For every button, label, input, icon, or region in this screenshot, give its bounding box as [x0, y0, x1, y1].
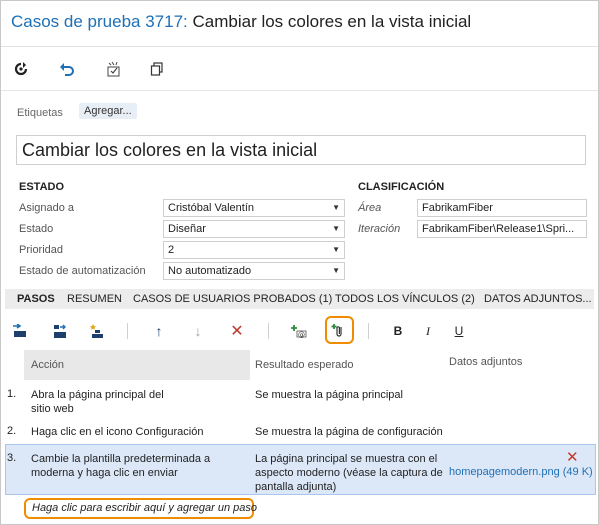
row-number: 2.: [7, 425, 17, 437]
italic-button[interactable]: I: [419, 322, 437, 340]
action-line: moderna y haga clic en enviar: [31, 467, 178, 479]
toolbar-separator: [268, 323, 269, 339]
chevron-down-icon: ▼: [332, 245, 340, 254]
state-value: Diseñar: [168, 223, 206, 235]
title-prefix: Casos de prueba 3717:: [11, 12, 188, 31]
action-line: Cambie la plantilla predeterminada a: [31, 453, 211, 465]
automation-value: No automatizado: [168, 265, 252, 277]
attachment-highlight: [325, 316, 354, 344]
insert-shared-steps-icon[interactable]: [51, 322, 69, 340]
action-line: Abra la página principal del: [31, 389, 164, 401]
copy-icon[interactable]: [148, 60, 166, 78]
expected-column-header[interactable]: Resultado esperado: [255, 350, 353, 380]
row-number: 3.: [7, 452, 17, 464]
move-down-icon[interactable]: ↓: [189, 322, 207, 340]
expected-result[interactable]: Se muestra la página principal: [255, 388, 403, 402]
expected-line: pantalla adjunta): [255, 481, 337, 493]
tags-label: Etiquetas: [17, 107, 63, 119]
priority-select[interactable]: 2 ▼: [163, 241, 345, 259]
assigned-label: Asignado a: [19, 202, 75, 214]
insert-step-icon[interactable]: [11, 322, 29, 340]
automation-label: Estado de automatización: [19, 265, 146, 277]
bold-button[interactable]: B: [389, 322, 407, 340]
insert-parameter-icon[interactable]: @: [290, 322, 308, 340]
tab-casos-usuarios[interactable]: CASOS DE USUARIOS PROBADOS (1): [133, 293, 332, 305]
toolbar-separator: [368, 323, 369, 339]
iteration-label: Iteración: [358, 223, 401, 235]
priority-label: Prioridad: [19, 244, 64, 256]
expected-line: aspecto moderno (véase la captura de: [255, 467, 443, 479]
priority-value: 2: [168, 244, 175, 256]
clasificacion-heading: CLASIFICACIÓN: [358, 181, 445, 193]
chevron-down-icon: ▼: [332, 224, 340, 233]
remove-attachment-icon[interactable]: ✕: [566, 448, 579, 466]
underline-button[interactable]: U: [450, 322, 468, 340]
row-number: 1.: [7, 388, 17, 400]
delete-step-icon[interactable]: ✕: [228, 322, 246, 340]
automation-select[interactable]: No automatizado ▼: [163, 262, 345, 280]
case-title-input[interactable]: Cambiar los colores en la vista inicial: [16, 135, 586, 165]
action-text[interactable]: Haga clic en el icono Configuración: [31, 425, 203, 439]
chevron-down-icon: ▼: [332, 266, 340, 275]
table-row[interactable]: Abra la página principal del sitio web: [31, 388, 164, 416]
tab-datos-adjuntos[interactable]: DATOS ADJUNTOS...: [484, 293, 592, 305]
estado-heading: ESTADO: [19, 181, 65, 193]
assigned-select[interactable]: Cristóbal Valentín ▼: [163, 199, 345, 217]
toolbar-separator: [127, 323, 128, 339]
attachment-link[interactable]: homepagemodern.png (49 K): [449, 466, 593, 478]
action-text[interactable]: Cambie la plantilla predeterminada a mod…: [31, 452, 210, 480]
create-shared-steps-icon[interactable]: [88, 322, 106, 340]
add-tag-button[interactable]: Agregar...: [79, 103, 137, 119]
title-text: Cambiar los colores en la vista inicial: [192, 12, 472, 31]
action-line: sitio web: [31, 403, 74, 415]
chevron-down-icon: ▼: [332, 203, 340, 212]
page-title: Casos de prueba 3717: Cambiar los colore…: [11, 12, 471, 32]
expected-result[interactable]: Se muestra la página de configuración: [255, 425, 443, 439]
tab-vinculos[interactable]: TODOS LOS VÍNCULOS (2): [335, 293, 475, 305]
add-step-input[interactable]: Haga clic para escribir aquí y agregar u…: [24, 498, 257, 519]
undo-icon[interactable]: [58, 60, 76, 78]
iteration-field[interactable]: FabrikamFiber\Release1\Spri...: [417, 220, 587, 238]
area-field[interactable]: FabrikamFiber: [417, 199, 587, 217]
tab-bar: PASOS RESUMEN CASOS DE USUARIOS PROBADOS…: [5, 289, 594, 309]
attachments-column-header[interactable]: Datos adjuntos: [449, 349, 522, 375]
state-select[interactable]: Diseñar ▼: [163, 220, 345, 238]
area-label: Área: [358, 202, 382, 214]
assigned-value: Cristóbal Valentín: [168, 202, 255, 214]
edit-query-icon[interactable]: [105, 60, 123, 78]
expected-line: La página principal se muestra con el: [255, 453, 438, 465]
tab-pasos[interactable]: PASOS: [17, 293, 55, 305]
action-column-header[interactable]: Acción: [31, 350, 64, 380]
refresh-icon[interactable]: [12, 60, 30, 78]
tab-resumen[interactable]: RESUMEN: [67, 293, 122, 305]
title-divider: [1, 46, 598, 47]
move-up-icon[interactable]: ↑: [150, 322, 168, 340]
expected-result[interactable]: La página principal se muestra con el as…: [255, 452, 443, 494]
toolbar-divider: [1, 90, 598, 91]
state-label: Estado: [19, 223, 54, 235]
